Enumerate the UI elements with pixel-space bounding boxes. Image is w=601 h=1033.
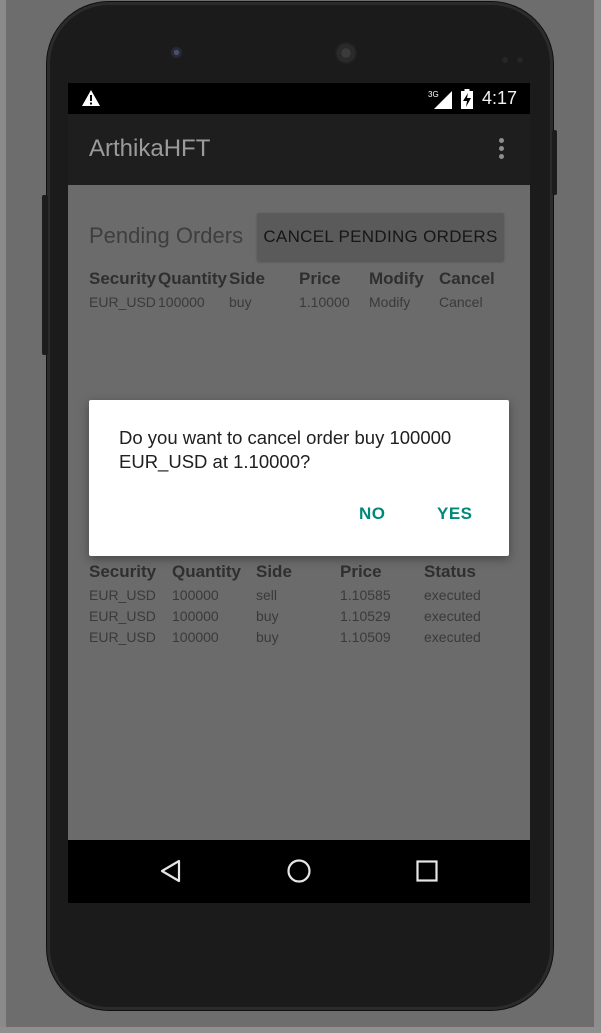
pending-row-side: buy — [229, 294, 252, 310]
cancel-order-dialog: Do you want to cancel order buy 100000 E… — [89, 400, 509, 556]
table-row-price: 1.10529 — [340, 608, 391, 624]
pending-row-price: 1.10000 — [299, 294, 350, 310]
app-title: ArthikaHFT — [89, 135, 211, 162]
pending-row-quantity: 100000 — [158, 294, 205, 310]
cancel-pending-orders-button[interactable]: CANCEL PENDING ORDERS — [257, 213, 504, 261]
table-row-security: EUR_USD — [89, 587, 156, 603]
executed-col-security: Security — [89, 562, 157, 581]
table-row-security: EUR_USD — [89, 629, 156, 645]
table-row-price: 1.10509 — [340, 629, 391, 645]
executed-col-side: Side — [256, 562, 292, 581]
app-bar: ArthikaHFT — [68, 114, 530, 185]
recent-apps-icon[interactable] — [414, 858, 440, 884]
pending-col-price: Price — [299, 269, 341, 288]
status-bar: 3G 4:17 — [68, 83, 530, 114]
volume-button[interactable] — [42, 195, 48, 355]
cancel-order-link[interactable]: Cancel — [439, 294, 483, 310]
earpiece-speaker-icon — [335, 42, 357, 64]
back-icon[interactable] — [158, 858, 184, 884]
network-type: 3G — [428, 90, 439, 99]
navigation-bar — [68, 840, 530, 903]
pending-col-modify: Modify — [369, 269, 424, 288]
table-row-status: executed — [424, 587, 481, 603]
table-row-side: buy — [256, 608, 279, 624]
pending-col-side: Side — [229, 269, 265, 288]
table-row-side: buy — [256, 629, 279, 645]
front-camera-icon — [171, 47, 182, 58]
window-frame-right — [594, 0, 601, 1033]
overflow-menu-icon[interactable] — [496, 138, 506, 162]
table-row-quantity: 100000 — [172, 587, 219, 603]
executed-col-quantity: Quantity — [172, 562, 241, 581]
yes-button[interactable]: YES — [437, 504, 473, 524]
table-row-status: executed — [424, 608, 481, 624]
warning-icon — [82, 90, 100, 106]
window-frame-left — [0, 0, 6, 1033]
window-frame-bottom — [0, 1027, 601, 1033]
table-row-status: executed — [424, 629, 481, 645]
pending-row-security: EUR_USD — [89, 294, 156, 310]
pending-col-quantity: Quantity — [158, 269, 227, 288]
dialog-message: Do you want to cancel order buy 100000 E… — [119, 427, 452, 472]
pending-col-security: Security — [89, 269, 157, 288]
table-row-quantity: 100000 — [172, 629, 219, 645]
home-icon[interactable] — [286, 858, 312, 884]
status-time: 4:17 — [482, 88, 518, 108]
modify-order-link[interactable]: Modify — [369, 294, 410, 310]
pending-orders-title: Pending Orders — [89, 223, 244, 248]
signal-icon: 3G — [428, 90, 452, 109]
pending-col-cancel: Cancel — [439, 269, 495, 288]
power-button[interactable] — [552, 130, 557, 195]
executed-col-status: Status — [424, 562, 476, 581]
table-row-side: sell — [256, 587, 278, 603]
executed-col-price: Price — [340, 562, 382, 581]
proximity-sensors — [502, 48, 532, 63]
no-button[interactable]: NO — [359, 504, 386, 524]
battery-charging-icon — [461, 89, 473, 109]
table-row-price: 1.10585 — [340, 587, 391, 603]
table-row-security: EUR_USD — [89, 608, 156, 624]
table-row-quantity: 100000 — [172, 608, 219, 624]
